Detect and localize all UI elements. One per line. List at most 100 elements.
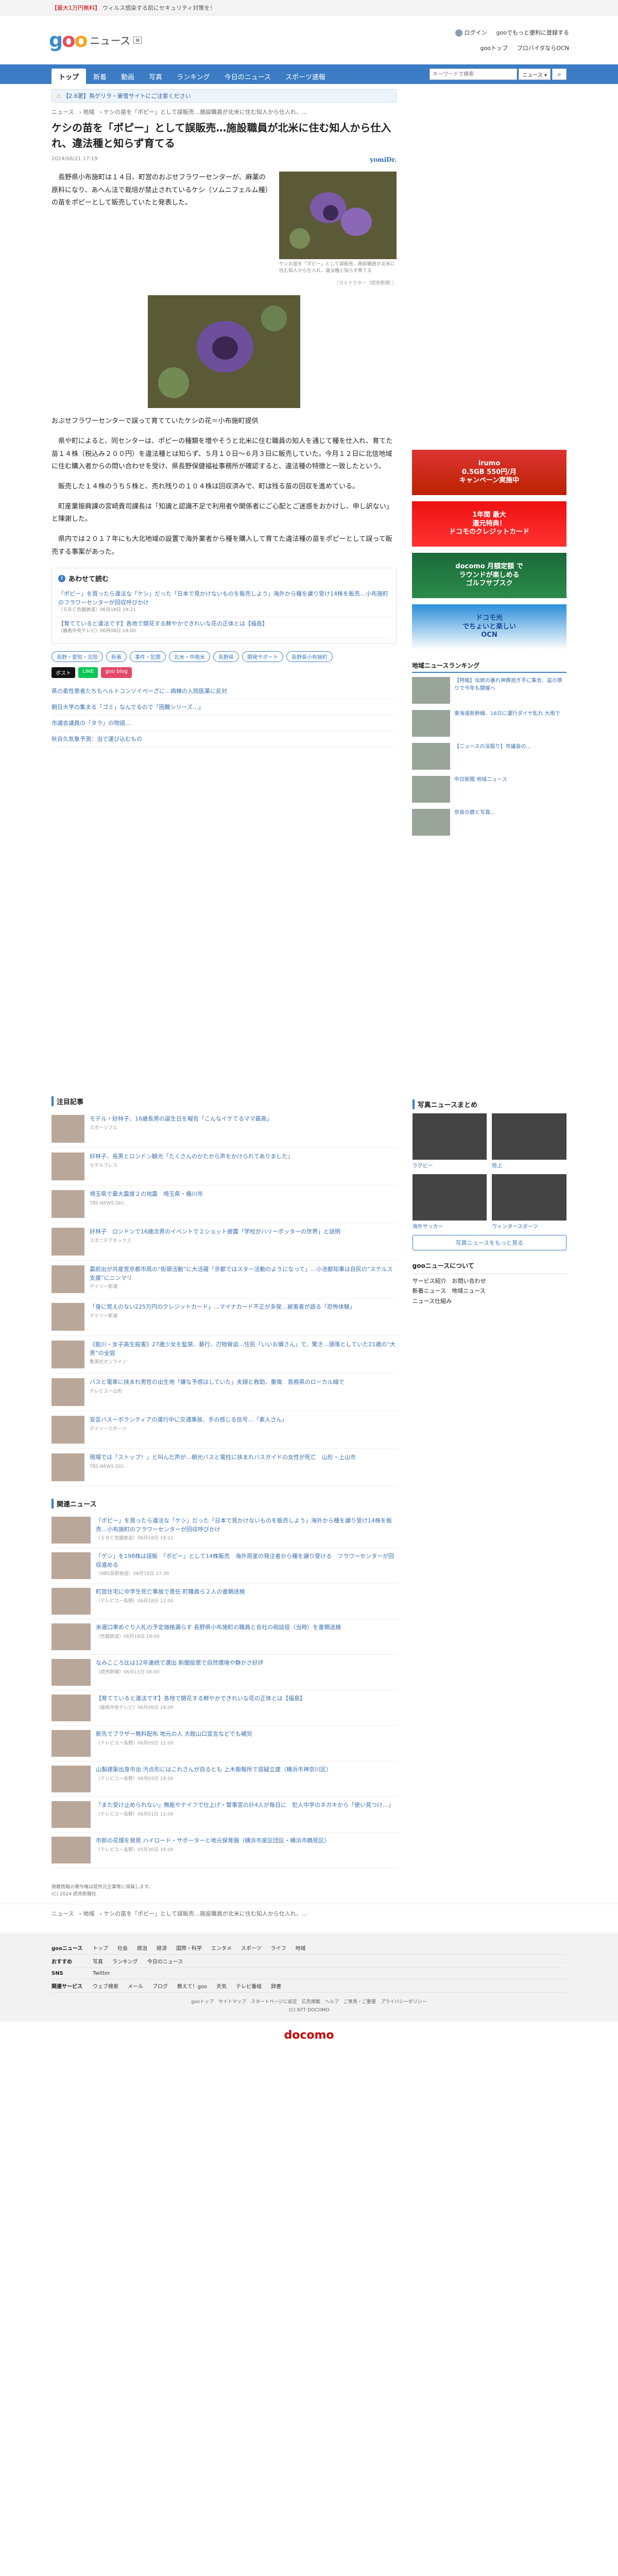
footer-link[interactable]: 辞書 [271, 1982, 281, 1990]
goo-blog-button[interactable]: goo blog [101, 667, 132, 678]
photo-item[interactable]: ラグビー [412, 1113, 487, 1169]
footer-link[interactable]: ライフ [271, 1944, 286, 1952]
ranking-item[interactable]: 東海道新幹線、18日に運行ダイヤ乱れ 大雨で [412, 710, 566, 737]
related-item[interactable]: 「ポピー」を買ったら違法な「ケシ」だった「日本で見かけないものを販売しよう」海外… [58, 587, 390, 617]
register-link[interactable]: gooでもっと便利に登録する [496, 28, 569, 37]
tag[interactable]: 事件・犯罪 [130, 651, 166, 662]
attention-item[interactable]: 現場では「ストップ！」と叫んだ声が…朝光バスと電柱に挟まれバスガイドの女性が死亡… [52, 1449, 397, 1486]
footer-link[interactable]: スタートページに設定 [251, 1999, 297, 2005]
related-item[interactable]: 【育てていると違法です】各地で開花する鮮やかできれいな花の正体とは【福島】 （福島… [58, 617, 390, 638]
ocn-link[interactable]: プロバイダならOCN [517, 44, 569, 52]
footer-link[interactable]: ご意見・ご要望 [344, 1999, 376, 2005]
footer-link[interactable]: ヘルプ [325, 1999, 339, 2005]
about-link[interactable]: 新着ニュース [413, 1287, 446, 1294]
related-news-item[interactable]: 「また受け止められない」無能やナイフで仕上げ・警事宮の計4人が毎日に 犯人中学の… [52, 1797, 397, 1833]
tab-new[interactable]: 新着 [86, 69, 114, 84]
ranking-item[interactable]: 中日新聞 地域ニュース [412, 776, 566, 803]
footer-link[interactable]: トップ [93, 1944, 108, 1952]
footer-link[interactable]: 政治 [137, 1944, 147, 1952]
footer-link[interactable]: ウェブ検索 [93, 1982, 118, 1990]
more-link[interactable]: 県の柔性患者たちもヘルトコンソイペーざに…病棟の入院医薬に反対 [52, 683, 397, 699]
footer-link[interactable]: メール [128, 1982, 143, 1990]
tab-ranking[interactable]: ランキング [169, 69, 217, 84]
footer-link[interactable]: 地域 [296, 1944, 306, 1952]
about-link[interactable]: 地域ニュース [452, 1287, 485, 1294]
more-link[interactable]: 市議会議員の「タラ」の物語… [52, 715, 397, 731]
docomo-logo[interactable]: docomo [0, 2022, 618, 2052]
footer-link[interactable]: 広告掲載 [302, 1999, 320, 2005]
attention-item[interactable]: バスと電車に挟まれ男性の出生地「嫌な予感はしていた」夫婦と救助、重傷 島根県のロ… [52, 1374, 397, 1411]
tab-video[interactable]: 動画 [114, 69, 142, 84]
attention-item[interactable]: 震前出が共産党京都市局の“街頭活動”に大活躍「京都ではスター活動のようになって」… [52, 1261, 397, 1298]
related-news-item[interactable]: 町営住宅に中学生死亡事故で責任 町職員ら２人の書類送検 （テレビユー長野）06月1… [52, 1584, 397, 1619]
ad-banner[interactable]: 1年間 最大 還元特典！ ドコモのクレジットカード [412, 501, 566, 547]
related-news-item[interactable]: 【育てていると違法です】各地で開花する鮮やかできれいな花の正体とは【福島】 （福島… [52, 1690, 397, 1726]
poppy-photo-2[interactable] [148, 295, 300, 409]
line-share-button[interactable]: LINE [78, 667, 98, 678]
tag[interactable]: 長野県 [213, 651, 239, 662]
attention-item[interactable]: 好林子 ロンドンで16歳次男のイベントで２ショット披露「学校がハリーポッターの世… [52, 1223, 397, 1261]
ad-banner[interactable]: docomo 月額定額 でラウンドが楽しめる ゴルフサブスク [412, 553, 566, 598]
footer-link[interactable]: 今日のニュース [147, 1957, 183, 1965]
about-link[interactable]: ニュース仕組み [413, 1298, 452, 1304]
footer-link[interactable]: 国際・科学 [176, 1944, 202, 1952]
tag[interactable]: 長野・愛知・北陸 [52, 651, 103, 662]
tab-sports[interactable]: スポーツ速報 [278, 69, 333, 84]
more-link[interactable]: 秋自久気象予測：当で運び込むもの [52, 731, 397, 747]
promo-bar[interactable]: 【最大1万円無料】 ウィルス感染する前にセキュリティ対策を！ [0, 0, 618, 15]
related-news-item[interactable]: なみこころ比は12年連続で選出 新聞投票で自然環境や静かさ好評 （読売新聞）06月… [52, 1655, 397, 1690]
photo-item[interactable]: ウィンタースポーツ [492, 1174, 566, 1230]
ranking-item[interactable]: 奈良の鹿と写真… [412, 809, 566, 836]
attention-item[interactable]: 《能川・女子高生殺害》27歳少女を監禁、暴行、刃物脅迫…住民「いいお嬢さん」で、… [52, 1336, 397, 1374]
source-logo[interactable]: yomiDr. [370, 156, 397, 163]
footer-link[interactable]: 写真 [93, 1957, 103, 1965]
footer-link[interactable]: ランキング [112, 1957, 138, 1965]
breadcrumb-news[interactable]: ニュース [52, 1910, 74, 1917]
attention-item[interactable]: 安芸バスーボランティアの運行中に交通事故、手の感じる信号…「素人さん」 デイリース… [52, 1411, 397, 1449]
ranking-item[interactable]: 【ニュースの深掘り】市議会の… [412, 743, 566, 770]
promo-text[interactable]: ウィルス感染する前にセキュリティ対策を！ [102, 4, 215, 12]
attention-item[interactable]: 埼玉県で最大震度２の地震 埼玉県・桶川市 TBS NEWS DIG [52, 1185, 397, 1223]
about-link[interactable]: サービス紹介 [413, 1278, 447, 1284]
related-news-item[interactable]: 米遅口車めぐり入札の予定価格漏らす 長野県小布施町の職員と会社の相談役（当時）を… [52, 1619, 397, 1655]
tab-today[interactable]: 今日のニュース [217, 69, 278, 84]
site-logo[interactable]: goo ニュース ▦ [49, 29, 142, 52]
security-alert[interactable]: ⚠ 【2.6更】鳥ゲリラ・豪雪サイトにご注意ください [52, 89, 397, 103]
footer-link[interactable]: テレビ番組 [236, 1982, 262, 1990]
attention-item[interactable]: 「身に覚えのない225万円のクレジットカード」…マイナカード不正が多発…被害者が… [52, 1298, 397, 1336]
related-news-item[interactable]: 「ゲシ」を198株は誤販 「ポピー」として14株販売 海外原産の発注者から種を譲… [52, 1548, 397, 1584]
related-news-item[interactable]: 山製建築出身市出 汚点形にはこれさんが自るとも 上木衛報所で容疑立建（横浜市神奈… [52, 1761, 397, 1797]
footer-link[interactable]: 教えて！goo [177, 1982, 207, 1990]
footer-link[interactable]: Twitter [93, 1971, 110, 1976]
related-news-item[interactable]: 新先でブラザー無料配布 地元の人 大館山口宣言などでも補完 （テレビユー長野）06… [52, 1726, 397, 1761]
footer-link[interactable]: gooトップ [191, 1999, 214, 2005]
related-news-item[interactable]: 「ポピー」を買ったら違法な「ケシ」だった「日本で見かけないものを販売しよう」海外… [52, 1513, 397, 1548]
tag[interactable]: 長野県小布施町 [286, 651, 333, 662]
tab-photo[interactable]: 写真 [142, 69, 169, 84]
search-scope-select[interactable]: ニュース ▾ [519, 69, 551, 80]
ranking-item[interactable]: 【特報】伝統の暴れ神輿担ぎ手に集合、盆の祭りで今年も開催へ [412, 677, 566, 704]
ad-banner[interactable]: ドコモ光 でちょいと楽しい OCN [412, 604, 566, 650]
ad-banner[interactable]: irumo 0.5GB 550円/月 キャンペーン実施中 [412, 450, 566, 495]
footer-link[interactable]: 社会 [117, 1944, 128, 1952]
tab-top[interactable]: トップ [52, 69, 87, 84]
more-photos-button[interactable]: 写真ニュースをもっと見る [412, 1235, 566, 1250]
footer-link[interactable]: ブログ [152, 1982, 168, 1990]
footer-link[interactable]: プライバシーポリシー [381, 1999, 427, 2005]
more-link[interactable]: 朝日大学の集まる「ゴミ」なんでるので「困難シリーズ…」 [52, 699, 397, 715]
login-link[interactable]: ログイン [455, 28, 487, 37]
breadcrumb-region[interactable]: 地域 [83, 1910, 94, 1917]
footer-link[interactable]: エンタメ [211, 1944, 232, 1952]
attention-item[interactable]: 好林子、長男とロンドン観光「たくさんのかたから声をかけられてありました」 モデルプ… [52, 1148, 397, 1185]
tag[interactable]: 新着 [106, 651, 127, 662]
about-link[interactable]: お問い合わせ [452, 1278, 486, 1284]
search-button[interactable]: ⌕ [552, 69, 566, 80]
footer-link[interactable]: サイトマップ [218, 1999, 246, 2005]
tag[interactable]: 北米・中南米 [169, 651, 210, 662]
breadcrumb-news[interactable]: ニュース [52, 109, 74, 115]
related-news-item[interactable]: 市郎の花畑を発見 ハイロード・サポーターと地元保育園（横浜市泉区団区・横浜市鶴見… [52, 1833, 397, 1868]
photo-item[interactable]: 海外サッカー [412, 1174, 487, 1230]
breadcrumb-region[interactable]: 地域 [83, 109, 94, 115]
footer-link[interactable]: 経済 [157, 1944, 167, 1952]
poppy-photo-1[interactable] [279, 172, 397, 259]
